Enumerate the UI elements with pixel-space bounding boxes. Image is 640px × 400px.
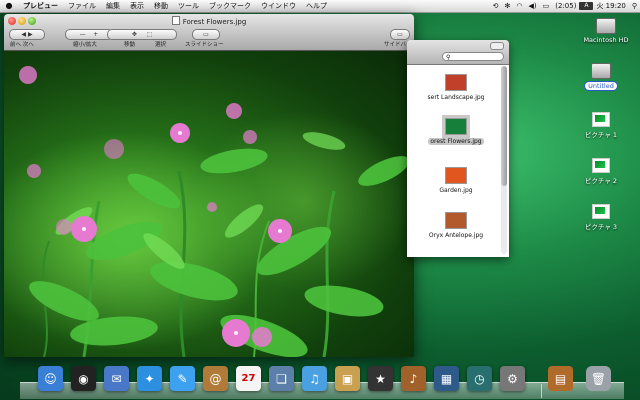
prev-next-buttons[interactable]: ◀ ▶ xyxy=(9,29,45,40)
finder-window: ⚲ sert Landscape.jpg orest Flowers.jpg G… xyxy=(407,40,509,257)
desktop-icon-macintosh-hd[interactable]: Macintosh HD xyxy=(576,18,636,44)
file-name: sert Landscape.jpg xyxy=(427,94,485,101)
desktop-icon-label-editing[interactable]: Untitled xyxy=(584,81,618,91)
forest-flowers-photo xyxy=(4,51,414,357)
document-proxy-icon[interactable] xyxy=(171,16,180,25)
menu-app-name[interactable]: プレビュー xyxy=(18,0,63,12)
ical-icon[interactable]: 27 xyxy=(236,366,261,391)
file-thumbnail xyxy=(445,74,467,91)
file-name: Oryx Antelope.jpg xyxy=(428,232,484,239)
finder-scroll-thumb[interactable] xyxy=(501,66,507,186)
desktop-icon-label: ピクチャ 2 xyxy=(584,177,618,185)
battery-icon[interactable]: ▭ xyxy=(540,0,553,12)
menu-extras: ⟲ ✻ ◠ ◀) ▭ (2:05) A 火 19:20 ⚲ xyxy=(490,0,640,12)
volume-icon[interactable]: ◀) xyxy=(526,0,540,12)
system-preferences-icon[interactable]: ⚙ xyxy=(500,366,525,391)
imovie-icon[interactable]: ★ xyxy=(368,366,393,391)
menu-view[interactable]: 表示 xyxy=(125,0,149,12)
battery-time[interactable]: (2:05) xyxy=(552,0,579,12)
file-thumbnail xyxy=(442,115,470,138)
input-method-icon[interactable]: A xyxy=(579,2,594,10)
desktop-icon-picture-3[interactable]: ピクチャ 3 xyxy=(571,204,631,231)
menu-help[interactable]: ヘルプ xyxy=(301,0,332,12)
menu-file[interactable]: ファイル xyxy=(63,0,101,12)
finder-item[interactable]: Garden.jpg xyxy=(411,167,501,194)
bluetooth-icon[interactable]: ✻ xyxy=(502,0,514,12)
preview-window: Forest Flowers.jpg ◀ ▶ 前へ 次へ — + 縮小/拡大 ✥… xyxy=(4,14,414,357)
preview-toolbar: Forest Flowers.jpg ◀ ▶ 前へ 次へ — + 縮小/拡大 ✥… xyxy=(4,14,414,51)
finder-search-input[interactable]: ⚲ xyxy=(442,52,504,61)
wifi-icon[interactable]: ◠ xyxy=(513,0,525,12)
zoom-label: 縮小/拡大 xyxy=(73,42,97,48)
hard-drive-icon xyxy=(596,18,616,34)
picture-file-icon xyxy=(592,112,610,127)
menu-clock[interactable]: 火 19:20 xyxy=(593,0,628,12)
safari-icon[interactable]: ✦ xyxy=(137,366,162,391)
finder-toolbar: ⚲ xyxy=(407,40,509,65)
move-label: 移動 xyxy=(124,42,136,48)
zoom-out-in-buttons[interactable]: — + xyxy=(65,29,113,40)
finder-icon[interactable]: ☺ xyxy=(38,366,63,391)
file-name: orest Flowers.jpg xyxy=(428,138,484,145)
picture-file-icon xyxy=(592,204,610,219)
time-machine-icon[interactable]: ◷ xyxy=(467,366,492,391)
window-title-text: Forest Flowers.jpg xyxy=(182,18,247,26)
spaces-icon[interactable]: ▦ xyxy=(434,366,459,391)
itunes-icon[interactable]: ♫ xyxy=(302,366,327,391)
picture-file-icon xyxy=(592,158,610,173)
spotlight-icon[interactable]: ⚲ xyxy=(629,0,640,12)
move-select-buttons[interactable]: ✥ ⬚ xyxy=(107,29,177,40)
select-label: 選択 xyxy=(155,42,167,48)
menu-window[interactable]: ウインドウ xyxy=(256,0,301,12)
menu-tools[interactable]: ツール xyxy=(173,0,204,12)
dock-separator xyxy=(541,384,542,398)
slideshow-label: スライドショー xyxy=(185,42,224,48)
iphoto-icon[interactable]: ▣ xyxy=(335,366,360,391)
desktop-icon-label: Macintosh HD xyxy=(583,36,629,44)
file-thumbnail xyxy=(445,167,467,184)
mail-icon[interactable]: ✉ xyxy=(104,366,129,391)
photo-artwork xyxy=(4,66,414,357)
sync-icon[interactable]: ⟲ xyxy=(490,0,502,12)
slideshow-button[interactable]: ▭ xyxy=(192,29,220,40)
desktop-icon-untitled[interactable]: Untitled xyxy=(571,63,631,91)
window-title: Forest Flowers.jpg xyxy=(4,16,414,26)
dashboard-icon[interactable]: ◉ xyxy=(71,366,96,391)
menu-go[interactable]: 移動 xyxy=(149,0,173,12)
menu-bar: ● プレビュー ファイル 編集 表示 移動 ツール ブックマーク ウインドウ ヘ… xyxy=(0,0,640,13)
desktop-icon-picture-2[interactable]: ピクチャ 2 xyxy=(571,158,631,185)
finder-item[interactable]: sert Landscape.jpg xyxy=(411,74,501,101)
address-book-icon[interactable]: @ xyxy=(203,366,228,391)
toolbar-toggle-button[interactable] xyxy=(490,42,504,50)
finder-scrollbar[interactable] xyxy=(501,66,507,254)
sidebar-button[interactable]: ▭ xyxy=(390,29,410,40)
apple-menu-icon[interactable]: ● xyxy=(0,0,18,12)
search-icon: ⚲ xyxy=(446,54,451,61)
preview-icon[interactable]: ❏ xyxy=(269,366,294,391)
ichat-icon[interactable]: ✎ xyxy=(170,366,195,391)
finder-item[interactable]: Oryx Antelope.jpg xyxy=(411,212,501,239)
dock: ☺ ◉ ✉ ✦ ✎ @27 ❏ ♫ ▣ ★ ♪ ▦ ◷ ⚙ ▤ 🗑 xyxy=(20,366,624,399)
trash-icon[interactable]: 🗑 xyxy=(586,366,611,391)
desktop-icon-label: ピクチャ 3 xyxy=(584,223,618,231)
desktop-icon-label: ピクチャ 1 xyxy=(584,131,618,139)
disk-icon xyxy=(591,63,611,79)
finder-item-selected[interactable]: orest Flowers.jpg xyxy=(411,115,501,145)
pictures-stack-icon[interactable]: ▤ xyxy=(548,366,573,391)
prev-next-label: 前へ 次へ xyxy=(10,42,34,48)
garageband-icon[interactable]: ♪ xyxy=(401,366,426,391)
file-name: Garden.jpg xyxy=(439,187,473,194)
file-thumbnail xyxy=(445,212,467,229)
menu-bookmarks[interactable]: ブックマーク xyxy=(204,0,256,12)
menu-edit[interactable]: 編集 xyxy=(101,0,125,12)
desktop-icon-picture-1[interactable]: ピクチャ 1 xyxy=(571,112,631,139)
